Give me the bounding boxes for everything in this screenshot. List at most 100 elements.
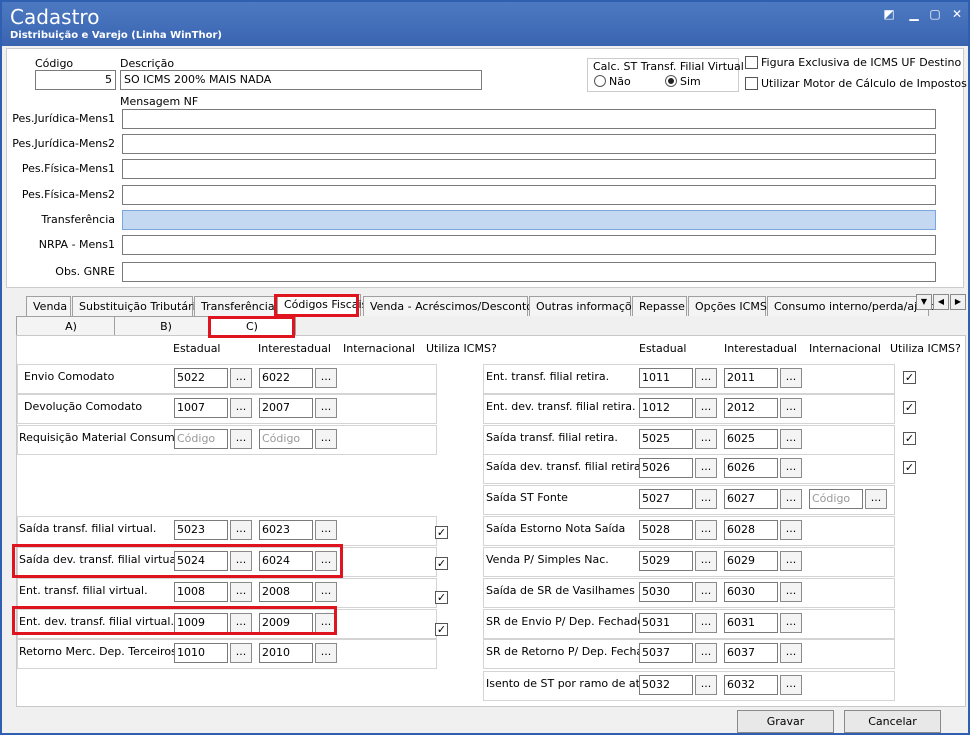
estadual-code-input[interactable]: 5037 [639,643,693,663]
radio-nao[interactable] [594,75,606,87]
tab-venda[interactable]: Venda [26,296,71,316]
interestadual-lookup-button[interactable]: ... [315,643,337,663]
message-field-input[interactable] [122,235,936,255]
estadual-code-input[interactable]: 5031 [639,613,693,633]
estadual-lookup-button[interactable]: ... [695,613,717,633]
codigo-input[interactable]: 5 [35,70,116,90]
interestadual-lookup-button[interactable]: ... [315,398,337,418]
interestadual-code-input[interactable]: 2010 [259,643,313,663]
interestadual-code-input[interactable]: 6022 [259,368,313,388]
estadual-code-input[interactable]: 5028 [639,520,693,540]
interestadual-code-input[interactable]: 6031 [724,613,778,633]
interestadual-lookup-button[interactable]: ... [780,489,802,509]
estadual-lookup-button[interactable]: ... [695,368,717,388]
interestadual-code-input[interactable]: 2007 [259,398,313,418]
utiliza-icms-checkbox[interactable]: ✓ [435,623,448,636]
estadual-lookup-button[interactable]: ... [230,368,252,388]
utiliza-icms-checkbox[interactable]: ✓ [903,432,916,445]
interestadual-code-input[interactable]: 6027 [724,489,778,509]
estadual-lookup-button[interactable]: ... [695,458,717,478]
interestadual-lookup-button[interactable]: ... [315,551,337,571]
estadual-code-input[interactable]: 1012 [639,398,693,418]
estadual-code-input[interactable]: 5024 [174,551,228,571]
descricao-input[interactable]: SO ICMS 200% MAIS NADA [120,70,482,90]
estadual-code-input[interactable]: 5029 [639,551,693,571]
interestadual-lookup-button[interactable]: ... [315,613,337,633]
interestadual-code-input[interactable]: 6026 [724,458,778,478]
estadual-code-input[interactable]: 5026 [639,458,693,478]
radio-sim[interactable] [665,75,677,87]
interestadual-lookup-button[interactable]: ... [780,398,802,418]
interestadual-code-input[interactable]: 6028 [724,520,778,540]
tab-consumo-interno-perda-ajuste[interactable]: Consumo interno/perda/ajuste [767,296,941,316]
tab-venda-acr-scimos-descontos[interactable]: Venda - Acréscimos/Descontos [363,296,539,316]
gravar-button[interactable]: Gravar [737,710,834,733]
estadual-code-input[interactable]: 5030 [639,582,693,602]
utiliza-icms-checkbox[interactable]: ✓ [435,557,448,570]
interestadual-code-input[interactable]: 6030 [724,582,778,602]
maximize-icon[interactable]: ▢ [928,7,942,21]
interestadual-code-input[interactable]: 6029 [724,551,778,571]
tab-op-es-icms[interactable]: Opções ICMS [688,296,767,316]
interestadual-lookup-button[interactable]: ... [315,520,337,540]
interestadual-code-input[interactable]: 2009 [259,613,313,633]
edit-icon[interactable]: ◩ [882,7,896,21]
tab-c-digos-fiscais[interactable]: Códigos Fiscais [277,294,367,316]
interestadual-lookup-button[interactable]: ... [315,582,337,602]
utiliza-icms-checkbox[interactable]: ✓ [435,591,448,604]
left-arrow-icon[interactable]: ◀ [933,294,949,310]
estadual-lookup-button[interactable]: ... [695,398,717,418]
estadual-code-input[interactable]: 1010 [174,643,228,663]
interestadual-code-input[interactable]: 6025 [724,429,778,449]
subtab-3[interactable]: C) [208,316,296,336]
utilizar-motor-checkbox[interactable] [745,77,758,90]
interestadual-code-input[interactable]: 6024 [259,551,313,571]
estadual-code-input[interactable]: 1009 [174,613,228,633]
minimize-icon[interactable]: ▁ [907,7,921,21]
estadual-lookup-button[interactable]: ... [695,582,717,602]
interestadual-lookup-button[interactable]: ... [780,582,802,602]
subtab-1[interactable]: A) [16,316,126,336]
close-icon[interactable]: ✕ [950,7,964,21]
message-field-input[interactable] [122,159,936,179]
estadual-lookup-button[interactable]: ... [695,675,717,695]
estadual-code-input[interactable]: 5025 [639,429,693,449]
tab-transfer-ncia[interactable]: Transferência [194,296,276,316]
estadual-lookup-button[interactable]: ... [230,582,252,602]
utiliza-icms-checkbox[interactable]: ✓ [903,401,916,414]
interestadual-code-input[interactable]: 2012 [724,398,778,418]
utiliza-icms-checkbox[interactable]: ✓ [903,461,916,474]
estadual-code-input[interactable]: 1008 [174,582,228,602]
message-field-input[interactable] [122,210,936,230]
right-arrow-icon[interactable]: ▶ [950,294,966,310]
internacional-lookup-button[interactable]: ... [865,489,887,509]
interestadual-code-input[interactable]: 6023 [259,520,313,540]
interestadual-lookup-button[interactable]: ... [780,643,802,663]
interestadual-code-input[interactable]: 2008 [259,582,313,602]
message-field-input[interactable] [122,262,936,282]
estadual-lookup-button[interactable]: ... [695,643,717,663]
interestadual-lookup-button[interactable]: ... [780,520,802,540]
dropdown-icon[interactable]: ▼ [916,294,932,310]
interestadual-code-input[interactable]: 2011 [724,368,778,388]
message-field-input[interactable] [122,134,936,154]
tab-substitui-o-tribut-ria[interactable]: Substituição Tributária [72,296,202,316]
estadual-code-input[interactable]: 1007 [174,398,228,418]
interestadual-lookup-button[interactable]: ... [780,429,802,449]
subtab-2[interactable]: B) [114,316,218,336]
interestadual-code-input[interactable]: 6037 [724,643,778,663]
interestadual-code-input[interactable]: 6032 [724,675,778,695]
message-field-input[interactable] [122,185,936,205]
interestadual-lookup-button[interactable]: ... [315,368,337,388]
estadual-code-input[interactable]: 5022 [174,368,228,388]
interestadual-lookup-button[interactable]: ... [780,551,802,571]
figura-exclusiva-checkbox[interactable] [745,56,758,69]
interestadual-lookup-button[interactable]: ... [780,613,802,633]
estadual-code-input[interactable]: Código [174,429,228,449]
interestadual-lookup-button[interactable]: ... [780,458,802,478]
estadual-lookup-button[interactable]: ... [695,551,717,571]
utiliza-icms-checkbox[interactable]: ✓ [435,526,448,539]
message-field-input[interactable] [122,109,936,129]
estadual-lookup-button[interactable]: ... [230,398,252,418]
estadual-lookup-button[interactable]: ... [695,489,717,509]
